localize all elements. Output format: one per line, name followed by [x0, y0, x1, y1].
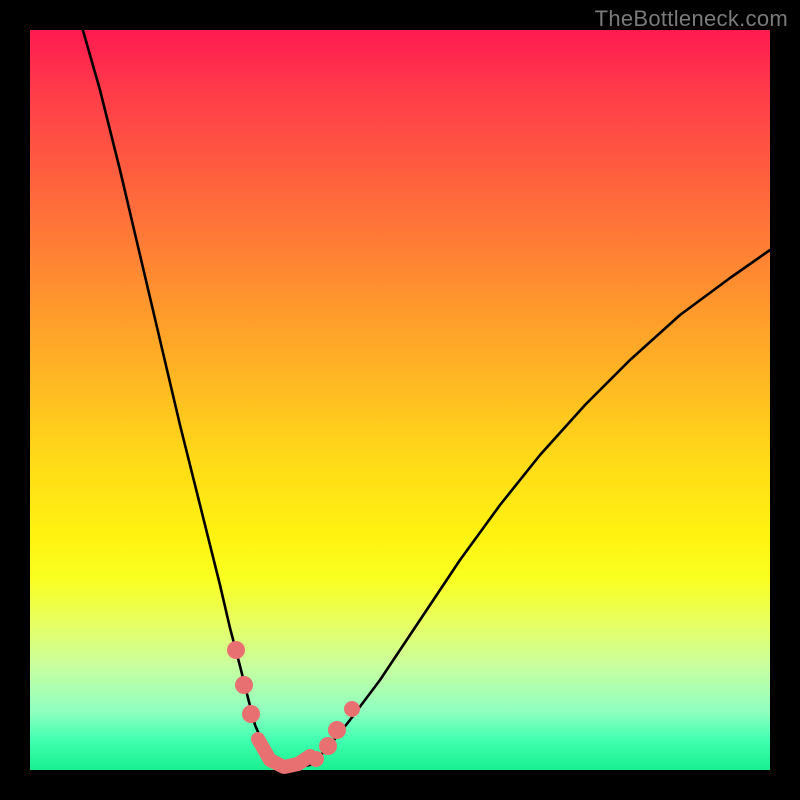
chart-plot-area	[30, 30, 770, 770]
salmon-dot-3	[308, 751, 324, 767]
salmon-dot-0	[227, 641, 245, 659]
salmon-dot-6	[344, 701, 360, 717]
salmon-dot-4	[319, 737, 337, 755]
bottleneck-curve	[80, 20, 770, 768]
salmon-dot-5	[328, 721, 346, 739]
salmon-dot-1	[235, 676, 253, 694]
salmon-dots-group	[227, 641, 360, 767]
chart-svg	[30, 30, 770, 770]
watermark-text: TheBottleneck.com	[595, 6, 788, 32]
salmon-dot-2	[242, 705, 260, 723]
salmon-trough-segment	[258, 739, 310, 767]
